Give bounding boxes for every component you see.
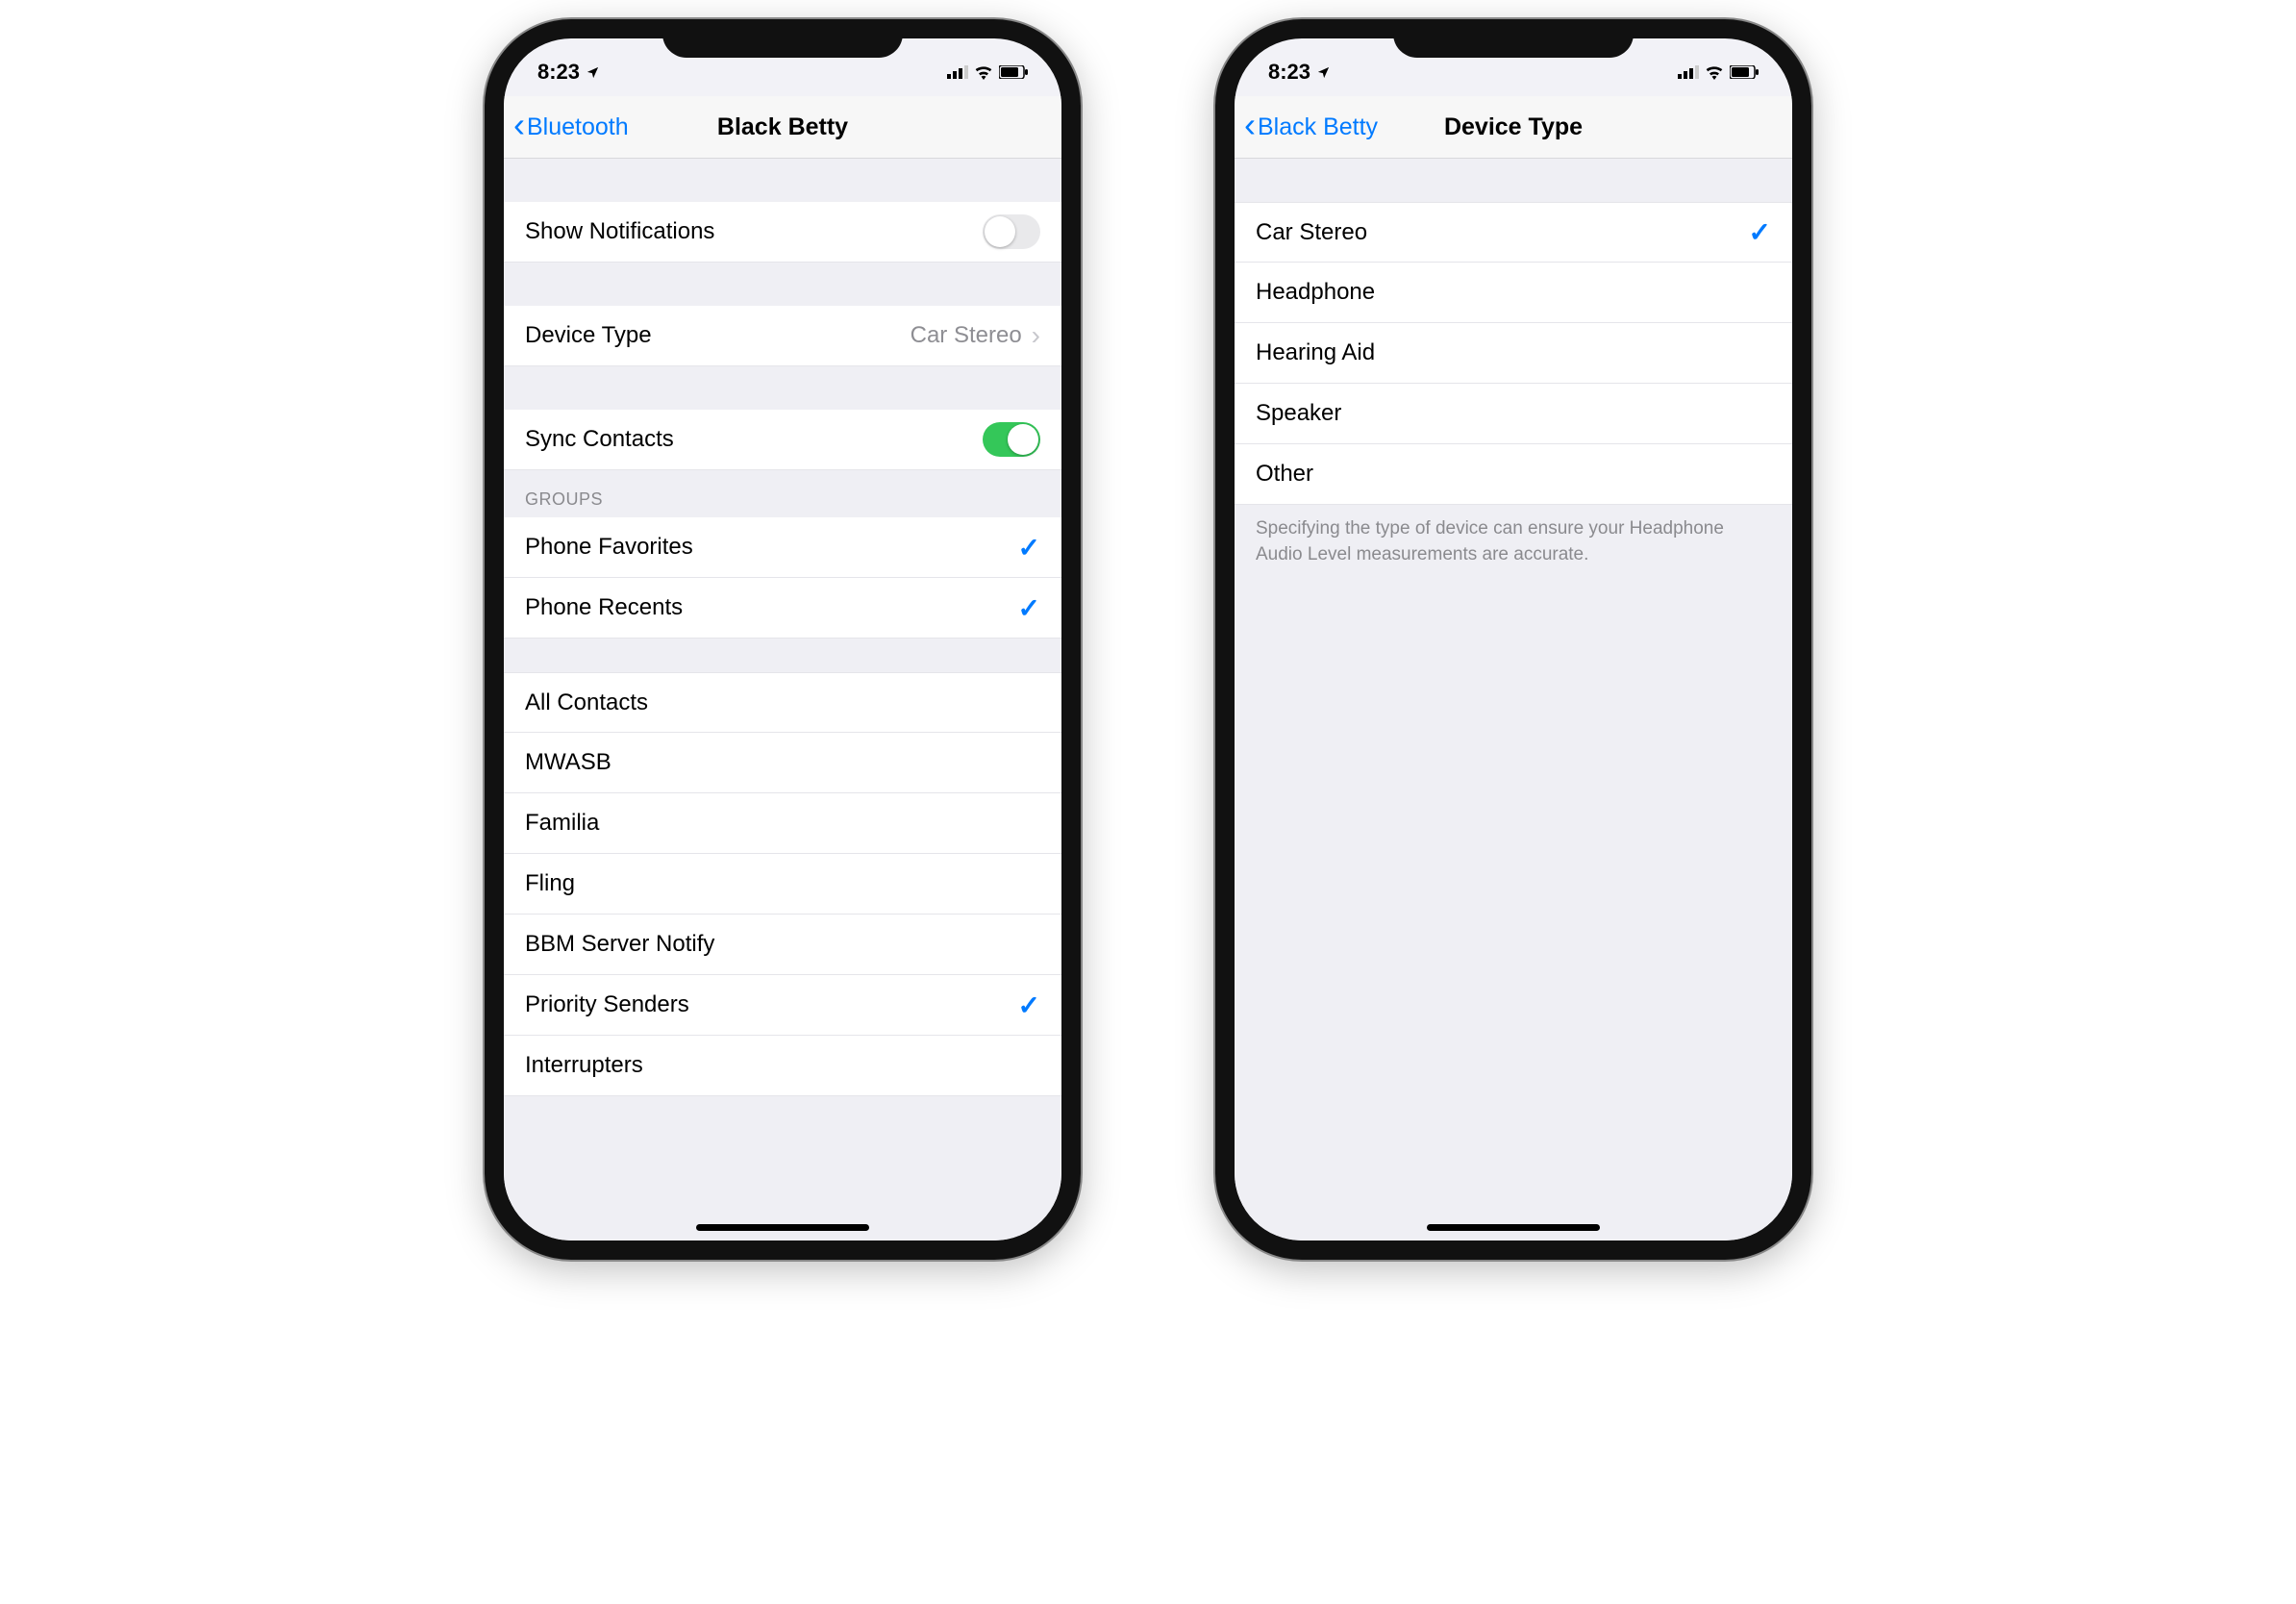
row-label: Device Type (525, 322, 652, 349)
nav-bar-left: ‹ Bluetooth Black Betty (504, 96, 1061, 159)
contact-list: All Contacts MWASB Familia Fling BBM Server … (504, 672, 1061, 1096)
battery-icon (999, 65, 1028, 79)
back-button[interactable]: ‹ Black Betty (1244, 112, 1378, 142)
phone-right: 8:23 ‹ Black Betty (1215, 19, 1811, 1260)
wifi-icon (1705, 65, 1724, 80)
row-detail: Car Stereo › (911, 320, 1040, 351)
battery-icon (1730, 65, 1759, 79)
row-label: Fling (525, 870, 575, 897)
row-show-notifications[interactable]: Show Notifications (504, 202, 1061, 263)
status-time: 8:23 (1268, 60, 1310, 85)
footer-note: Specifying the type of device can ensure… (1235, 505, 1792, 579)
section-header-groups: GROUPS (504, 470, 1061, 517)
chevron-right-icon: › (1032, 320, 1040, 351)
toggle-sync-contacts[interactable] (983, 422, 1040, 457)
row-contact-group[interactable]: Interrupters (504, 1036, 1061, 1096)
screen-left: 8:23 ‹ Bluetooth (504, 38, 1061, 1241)
wifi-icon (974, 65, 993, 80)
row-device-type[interactable]: Device Type Car Stereo › (504, 306, 1061, 366)
screen-right: 8:23 ‹ Black Betty (1235, 38, 1792, 1241)
content-right: Car Stereo ✓ Headphone Hearing Aid Speaker Ot… (1235, 159, 1792, 1241)
chevron-left-icon: ‹ (513, 108, 525, 142)
status-left: 8:23 (1268, 60, 1331, 85)
signal-icon (1678, 65, 1699, 79)
row-label: Speaker (1256, 400, 1341, 427)
status-right (1678, 65, 1759, 80)
chevron-left-icon: ‹ (1244, 108, 1256, 142)
row-device-type-option[interactable]: Hearing Aid (1235, 323, 1792, 384)
row-contact-group[interactable]: Priority Senders ✓ (504, 975, 1061, 1036)
row-label: Familia (525, 810, 599, 837)
location-icon (586, 65, 600, 80)
back-label: Black Betty (1258, 113, 1378, 141)
row-label: Car Stereo (1256, 219, 1367, 246)
row-label: Headphone (1256, 279, 1375, 306)
row-label: Priority Senders (525, 991, 689, 1018)
row-label: All Contacts (525, 689, 648, 716)
checkmark-icon: ✓ (1018, 990, 1040, 1021)
row-device-type-option[interactable]: Headphone (1235, 263, 1792, 323)
toggle-show-notifications[interactable] (983, 214, 1040, 249)
notch (662, 19, 903, 58)
row-label: Show Notifications (525, 218, 714, 245)
row-contact-group[interactable]: Fling (504, 854, 1061, 915)
notch (1393, 19, 1634, 58)
signal-icon (947, 65, 968, 79)
row-phone-recents[interactable]: Phone Recents ✓ (504, 578, 1061, 639)
status-time: 8:23 (537, 60, 580, 85)
row-contact-group[interactable]: Familia (504, 793, 1061, 854)
checkmark-icon: ✓ (1018, 532, 1040, 564)
row-label: Hearing Aid (1256, 339, 1375, 366)
row-label: Interrupters (525, 1052, 643, 1079)
back-label: Bluetooth (527, 113, 629, 141)
row-phone-favorites[interactable]: Phone Favorites ✓ (504, 517, 1061, 578)
row-label: BBM Server Notify (525, 931, 714, 958)
row-device-type-option[interactable]: Other (1235, 444, 1792, 505)
home-indicator[interactable] (696, 1224, 869, 1231)
home-indicator[interactable] (1427, 1224, 1600, 1231)
option-list: Car Stereo ✓ Headphone Hearing Aid Speaker Ot… (1235, 202, 1792, 505)
status-left: 8:23 (537, 60, 600, 85)
phone-left: 8:23 ‹ Bluetooth (485, 19, 1081, 1260)
row-label: Sync Contacts (525, 426, 674, 453)
row-sync-contacts[interactable]: Sync Contacts (504, 410, 1061, 470)
checkmark-icon: ✓ (1018, 592, 1040, 624)
row-label: Phone Recents (525, 594, 683, 621)
status-right (947, 65, 1028, 80)
content-left: Show Notifications Device Type Car Stere… (504, 159, 1061, 1241)
row-contact-group[interactable]: BBM Server Notify (504, 915, 1061, 975)
nav-bar-right: ‹ Black Betty Device Type (1235, 96, 1792, 159)
row-label: Other (1256, 461, 1313, 488)
back-button[interactable]: ‹ Bluetooth (513, 112, 629, 142)
row-contact-group[interactable]: All Contacts (504, 672, 1061, 733)
row-device-type-option[interactable]: Car Stereo ✓ (1235, 202, 1792, 263)
checkmark-icon: ✓ (1749, 216, 1771, 248)
row-contact-group[interactable]: MWASB (504, 733, 1061, 793)
row-value: Car Stereo (911, 322, 1022, 349)
row-label: Phone Favorites (525, 534, 693, 561)
row-label: MWASB (525, 749, 611, 776)
row-device-type-option[interactable]: Speaker (1235, 384, 1792, 444)
location-icon (1316, 65, 1331, 80)
